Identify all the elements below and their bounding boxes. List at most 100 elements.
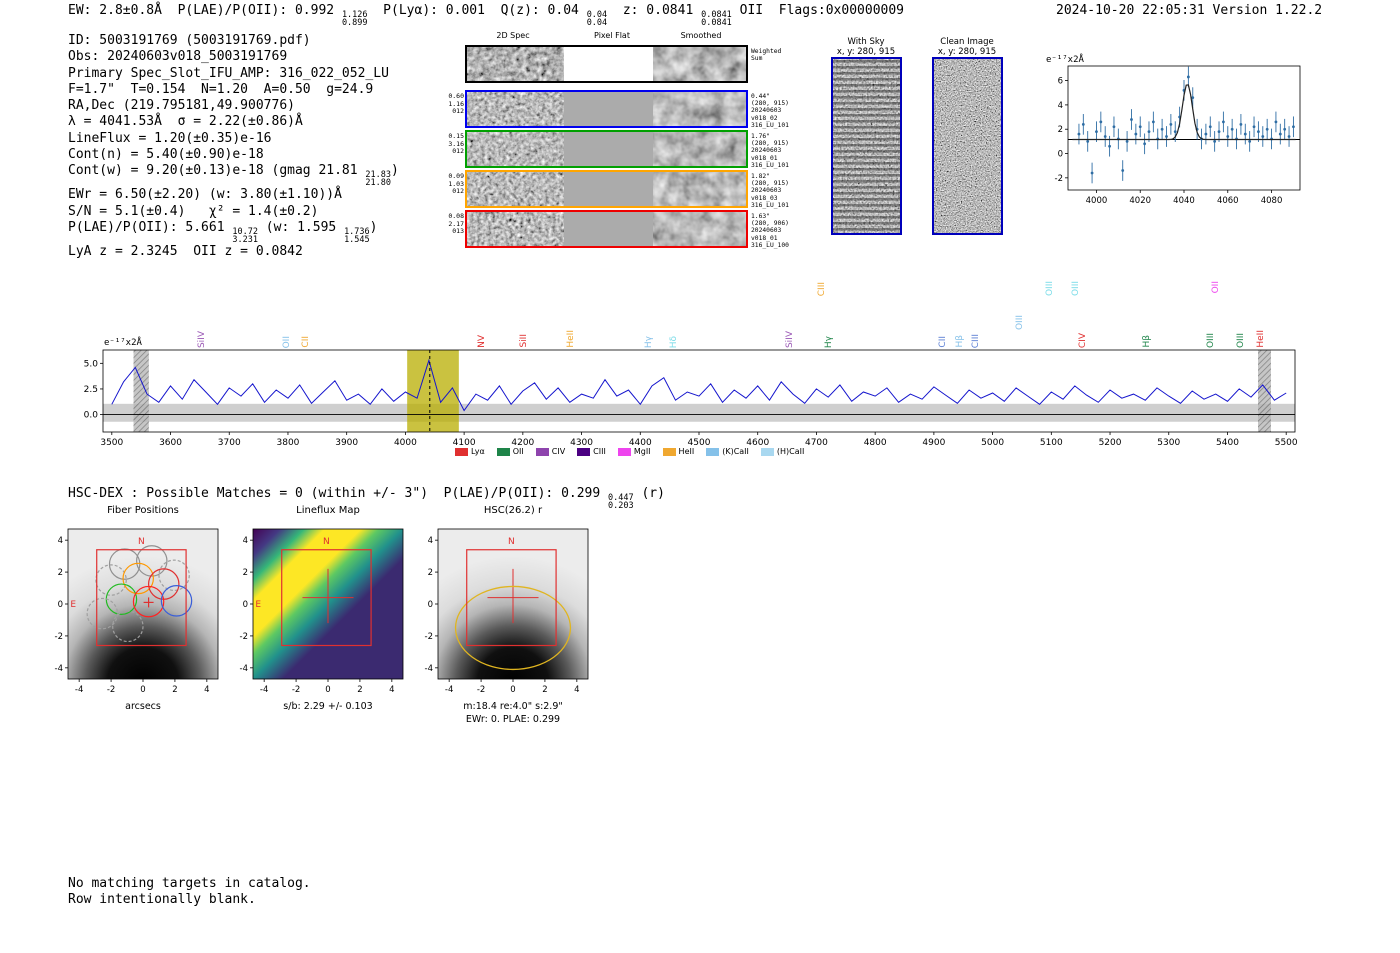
fiber-circle [112,610,144,643]
axis-tick: 4700 [805,438,828,448]
pixel-flat-image [564,212,653,246]
info-line: F=1.7" T=0.154 N=1.20 A=0.50 g=24.9 [68,82,399,98]
full-spectrum-plot: 3500 3600 3700 3800 3900 4000 4100 4200 4300 4400… [70,336,1310,458]
axis-tick: -2 [1055,174,1063,184]
axis-tick: 2 [58,568,63,578]
noise-image [467,47,564,81]
smoothed-image [653,172,746,206]
legend-item: (H)CaII [760,447,805,456]
axis-tick: -4 [425,664,433,674]
spec2d-image [467,212,564,246]
fiber-circle [160,585,193,617]
text-segment: P(Lyα): 0.001 Q(z): 0.04 [367,3,587,18]
legend-label: HeII [678,447,695,456]
cutout-xlabel: arcsecs [125,701,161,712]
row-metrics: 0.60 1.16 012 [448,92,464,115]
cutout-image [68,529,218,679]
legend-item: HeII [662,447,695,456]
noise-image [934,59,1001,233]
noise-image [467,212,564,246]
text-segment: λ = 4041.53Å σ = 2.22(±0.86)Å [68,114,303,130]
axis-tick: -2 [55,632,63,642]
legend-item: CIII [577,447,606,456]
cutout-xlabel: s/b: 2.29 +/- 0.103 [283,701,373,712]
row-metrics: 0.09 1.03 012 [448,172,464,195]
text-segment: OII Flags:0x00000009 [731,3,904,18]
axis-tick: 4800 [864,438,887,448]
fiber-circle [95,564,127,596]
axis-tick: 2 [357,685,362,695]
spec2d-row: 0.15 3.16 012 1.76" (280, 915) 20240603 v018_0… [448,130,789,169]
galaxy-ellipse [454,585,572,671]
row-metrics: 0.15 3.16 012 [448,132,464,155]
spec2d-row: 0.08 2.17 013 1.63" (280, 906) 20240603 v018_0… [448,210,789,249]
axis-tick: 4 [389,685,394,695]
info-line: LineFlux = 1.20(±0.35)e-16 [68,131,399,147]
pixel-flat-image [564,172,653,206]
legend-swatch [706,447,720,456]
axis-tick: 4 [243,536,248,546]
axis-tick: 5200 [1099,438,1122,448]
row-info: 1.63" (280, 906) 20240603 v018_01 316_LU_100 [751,213,789,249]
cutout-panel-2: Lineflux Map N E -4 -4 -2 -2 0 0 2 2 4 4 s/b: 2.29 +/… [223,505,433,735]
col-header-2dspec: 2D Spec [496,31,530,40]
text-segment: RA,Dec (219.795181,49.900776) [68,98,295,114]
fiber-circle [108,548,141,580]
noise-image [467,172,564,206]
smoothed-image [653,132,746,166]
clean-image [932,57,1003,235]
clean-image-coords: x, y: 280, 915 [937,47,997,57]
info-line: Cont(w) = 9.20(±0.13)e-18 (gmag 21.81 21… [68,163,399,187]
text-segment: z: 0.0841 [607,3,702,18]
legend-label: MgII [633,447,651,456]
spectrum-legend: Lyα OII CIV CIII MgII HeII (K)CaII (H)CaII [455,447,804,456]
text-segment: P(LAE)/P(OII): 5.661 [68,219,233,235]
fiber-circle [105,583,138,615]
axis-tick: 4 [58,536,63,546]
cutout-panel-1: Fiber Positions N E -4 -4 -2 -2 0 0 2 2 4 4 arcsecs [38,505,248,735]
spec2d-image [467,92,564,126]
axis-tick: -4 [75,685,83,695]
noise-image [653,132,746,166]
axis-tick: 5.0 [84,359,99,369]
text-segment: EWr = 6.50(±2.20) (w: 3.80(±1.10))Å [68,187,342,203]
axis-tick: 4000 [394,438,417,448]
legend-swatch [760,447,774,456]
lower-value: 3.231 [232,234,258,245]
emission-line-label: CIII [816,281,827,296]
ifu-footprint [96,549,187,647]
info-line: S/N = 5.1(±0.4) χ² = 1.4(±0.2) [68,204,399,220]
fiber-circle [136,545,168,577]
stacked-uncertainty: 0.0841 0.0841 [701,11,732,28]
axis-tick: 0 [140,685,145,695]
legend-item: (K)CaII [706,447,749,456]
spec2d-image [467,172,564,206]
cutout-plot: N -4 -4 -2 -2 0 0 2 2 4 4 [425,528,589,695]
text-segment: ) [391,163,399,179]
info-line: EWr = 6.50(±2.20) (w: 3.80(±1.10))Å [68,187,399,203]
noise-image [833,59,900,233]
info-line: Cont(n) = 5.40(±0.90)e-18 [68,147,399,163]
legend-label: (H)CaII [776,447,805,456]
stacked-uncertainty: 0.447 0.203 [608,494,634,511]
axis-tick: 5300 [1157,438,1180,448]
legend-label: OII [512,447,524,456]
axis-tick: -4 [240,664,248,674]
row-info: 0.44" (280, 915) 20240603 v018_02 316_LU_101 [751,93,789,129]
info-line: Obs: 20240603v018_5003191769 [68,49,399,65]
row-info: 1.76" (280, 915) 20240603 v018_01 316_LU_101 [751,133,789,169]
lower-value: 0.04 [586,18,608,28]
ifu-footprint [466,549,557,647]
axis-tick: -2 [477,685,485,695]
full-spectrum-svg: 3500 3600 3700 3800 3900 4000 4100 4200 4300 4400… [84,349,1298,448]
stacked-uncertainty: 1.736 1.545 [344,228,370,245]
text-segment: (w: 1.595 [257,219,345,235]
clean-image-title: Clean Image [940,37,994,47]
axis-tick: 0 [325,685,330,695]
text-segment: Cont(n) = 5.40(±0.90)e-18 [68,147,264,163]
info-line: LyA z = 2.3245 OII z = 0.0842 [68,244,399,260]
stacked-uncertainty: 0.04 0.04 [586,11,608,28]
row-metrics: 0.08 2.17 013 [448,212,464,235]
row-info: Weighted Sum [751,48,782,63]
emission-line-label: OIII [1014,314,1025,330]
